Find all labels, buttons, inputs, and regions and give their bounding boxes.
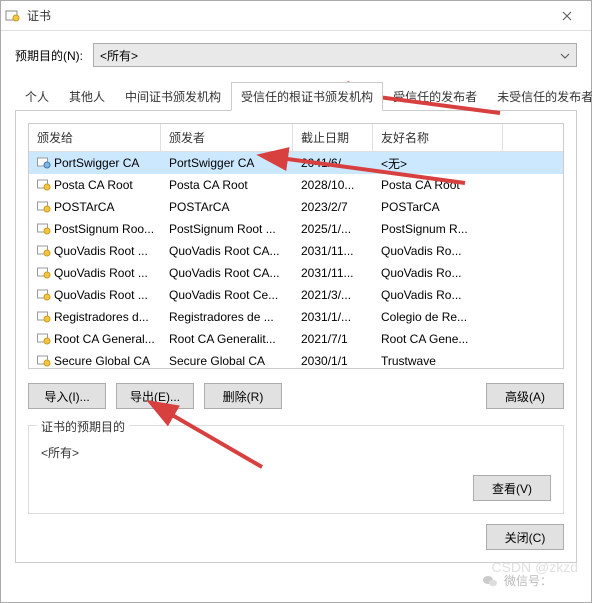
export-button[interactable]: 导出(E)... bbox=[116, 383, 194, 409]
purpose-row: 预期目的(N): <所有> bbox=[15, 43, 577, 67]
table-row[interactable]: Root CA General...Root CA Generalit...20… bbox=[29, 328, 563, 350]
cell-friendly: PostSignum R... bbox=[373, 220, 503, 238]
certificate-dialog: 证书 预期目的(N): <所有> 个人其他人中间证书颁发机构受信任的根证书颁发机… bbox=[0, 0, 592, 603]
purpose-text: <所有> bbox=[41, 444, 551, 461]
table-row[interactable]: QuoVadis Root ...QuoVadis Root CA...2031… bbox=[29, 262, 563, 284]
window-title: 证书 bbox=[27, 7, 547, 24]
cell-issued-to: PostSignum Roo... bbox=[29, 220, 161, 238]
tab-1[interactable]: 其他人 bbox=[59, 82, 115, 111]
cell-friendly: QuoVadis Ro... bbox=[373, 286, 503, 304]
tab-3[interactable]: 受信任的根证书颁发机构 bbox=[231, 82, 383, 111]
tab-strip: 个人其他人中间证书颁发机构受信任的根证书颁发机构受信任的发布者未受信任的发布者 bbox=[15, 81, 577, 111]
tab-panel: 颁发给颁发者截止日期友好名称 PortSwigger CAPortSwigger… bbox=[15, 111, 577, 563]
cell-friendly: Posta CA Root bbox=[373, 176, 503, 194]
column-header-0[interactable]: 颁发给 bbox=[29, 124, 161, 151]
cell-issuer: Posta CA Root bbox=[161, 176, 293, 194]
cell-expiry: 2041/6/... bbox=[293, 154, 373, 172]
cell-issued-to: Registradores d... bbox=[29, 308, 161, 326]
view-button[interactable]: 查看(V) bbox=[473, 475, 551, 501]
purpose-fieldset: 证书的预期目的 <所有> 查看(V) bbox=[28, 425, 564, 514]
cell-issuer: Root CA Generalit... bbox=[161, 330, 293, 348]
column-header-2[interactable]: 截止日期 bbox=[293, 124, 373, 151]
cell-issuer: QuoVadis Root Ce... bbox=[161, 286, 293, 304]
remove-button[interactable]: 删除(R) bbox=[204, 383, 282, 409]
cell-issued-to: Posta CA Root bbox=[29, 176, 161, 194]
chevron-down-icon bbox=[560, 48, 570, 62]
cell-friendly: POSTarCA bbox=[373, 198, 503, 216]
cell-expiry: 2025/1/... bbox=[293, 220, 373, 238]
cell-expiry: 2030/1/1 bbox=[293, 352, 373, 369]
column-header-3[interactable]: 友好名称 bbox=[373, 124, 503, 151]
cell-expiry: 2031/11... bbox=[293, 264, 373, 282]
tab-0[interactable]: 个人 bbox=[15, 82, 59, 111]
cell-issued-to: QuoVadis Root ... bbox=[29, 286, 161, 304]
cell-friendly: QuoVadis Ro... bbox=[373, 242, 503, 260]
table-row[interactable]: QuoVadis Root ...QuoVadis Root Ce...2021… bbox=[29, 284, 563, 306]
cell-issued-to: Secure Global CA bbox=[29, 352, 161, 369]
cell-issued-to: QuoVadis Root ... bbox=[29, 264, 161, 282]
purpose-label: 预期目的(N): bbox=[15, 47, 83, 64]
import-button[interactable]: 导入(I)... bbox=[28, 383, 106, 409]
purpose-value: <所有> bbox=[100, 47, 138, 64]
cell-friendly: Colegio de Re... bbox=[373, 308, 503, 326]
cell-friendly: Root CA Gene... bbox=[373, 330, 503, 348]
cell-issuer: PostSignum Root ... bbox=[161, 220, 293, 238]
table-row[interactable]: PostSignum Roo...PostSignum Root ...2025… bbox=[29, 218, 563, 240]
close-button[interactable]: 关闭(C) bbox=[486, 524, 564, 550]
certificate-icon bbox=[5, 8, 21, 24]
cell-issued-to: PortSwigger CA bbox=[29, 154, 161, 172]
close-icon bbox=[562, 11, 572, 21]
tab-4[interactable]: 受信任的发布者 bbox=[383, 82, 487, 111]
listview-header: 颁发给颁发者截止日期友好名称 bbox=[29, 124, 563, 152]
table-row[interactable]: Secure Global CASecure Global CA2030/1/1… bbox=[29, 350, 563, 369]
action-button-row: 导入(I)... 导出(E)... 删除(R) 高级(A) bbox=[28, 383, 564, 409]
cell-friendly: QuoVadis Ro... bbox=[373, 264, 503, 282]
cell-issuer: Registradores de ... bbox=[161, 308, 293, 326]
cell-expiry: 2031/1/... bbox=[293, 308, 373, 326]
cell-expiry: 2031/11... bbox=[293, 242, 373, 260]
advanced-button[interactable]: 高级(A) bbox=[486, 383, 564, 409]
table-row[interactable]: QuoVadis Root ...QuoVadis Root CA...2031… bbox=[29, 240, 563, 262]
cell-friendly: <无> bbox=[373, 153, 503, 174]
column-header-1[interactable]: 颁发者 bbox=[161, 124, 293, 151]
table-row[interactable]: POSTArCAPOSTArCA2023/2/7POSTarCA bbox=[29, 196, 563, 218]
dialog-content: 预期目的(N): <所有> 个人其他人中间证书颁发机构受信任的根证书颁发机构受信… bbox=[1, 31, 591, 602]
cell-issuer: Secure Global CA bbox=[161, 352, 293, 369]
tab-2[interactable]: 中间证书颁发机构 bbox=[115, 82, 231, 111]
listview-body[interactable]: PortSwigger CAPortSwigger CA2041/6/...<无… bbox=[29, 152, 563, 369]
fieldset-legend: 证书的预期目的 bbox=[37, 418, 129, 435]
close-row: 关闭(C) bbox=[28, 524, 564, 550]
cell-issuer: POSTArCA bbox=[161, 198, 293, 216]
cell-issued-to: QuoVadis Root ... bbox=[29, 242, 161, 260]
cell-issuer: PortSwigger CA bbox=[161, 154, 293, 172]
cell-expiry: 2021/3/... bbox=[293, 286, 373, 304]
window-close-button[interactable] bbox=[547, 2, 587, 30]
table-row[interactable]: Posta CA RootPosta CA Root2028/10...Post… bbox=[29, 174, 563, 196]
certificate-listview[interactable]: 颁发给颁发者截止日期友好名称 PortSwigger CAPortSwigger… bbox=[28, 123, 564, 369]
cell-expiry: 2023/2/7 bbox=[293, 198, 373, 216]
cell-expiry: 2028/10... bbox=[293, 176, 373, 194]
tab-5[interactable]: 未受信任的发布者 bbox=[487, 82, 592, 111]
titlebar: 证书 bbox=[1, 1, 591, 31]
cell-expiry: 2021/7/1 bbox=[293, 330, 373, 348]
purpose-select[interactable]: <所有> bbox=[93, 43, 577, 67]
cell-issued-to: POSTArCA bbox=[29, 198, 161, 216]
table-row[interactable]: Registradores d...Registradores de ...20… bbox=[29, 306, 563, 328]
cell-issuer: QuoVadis Root CA... bbox=[161, 264, 293, 282]
table-row[interactable]: PortSwigger CAPortSwigger CA2041/6/...<无… bbox=[29, 152, 563, 174]
cell-issuer: QuoVadis Root CA... bbox=[161, 242, 293, 260]
cell-issued-to: Root CA General... bbox=[29, 330, 161, 348]
cell-friendly: Trustwave bbox=[373, 352, 503, 369]
